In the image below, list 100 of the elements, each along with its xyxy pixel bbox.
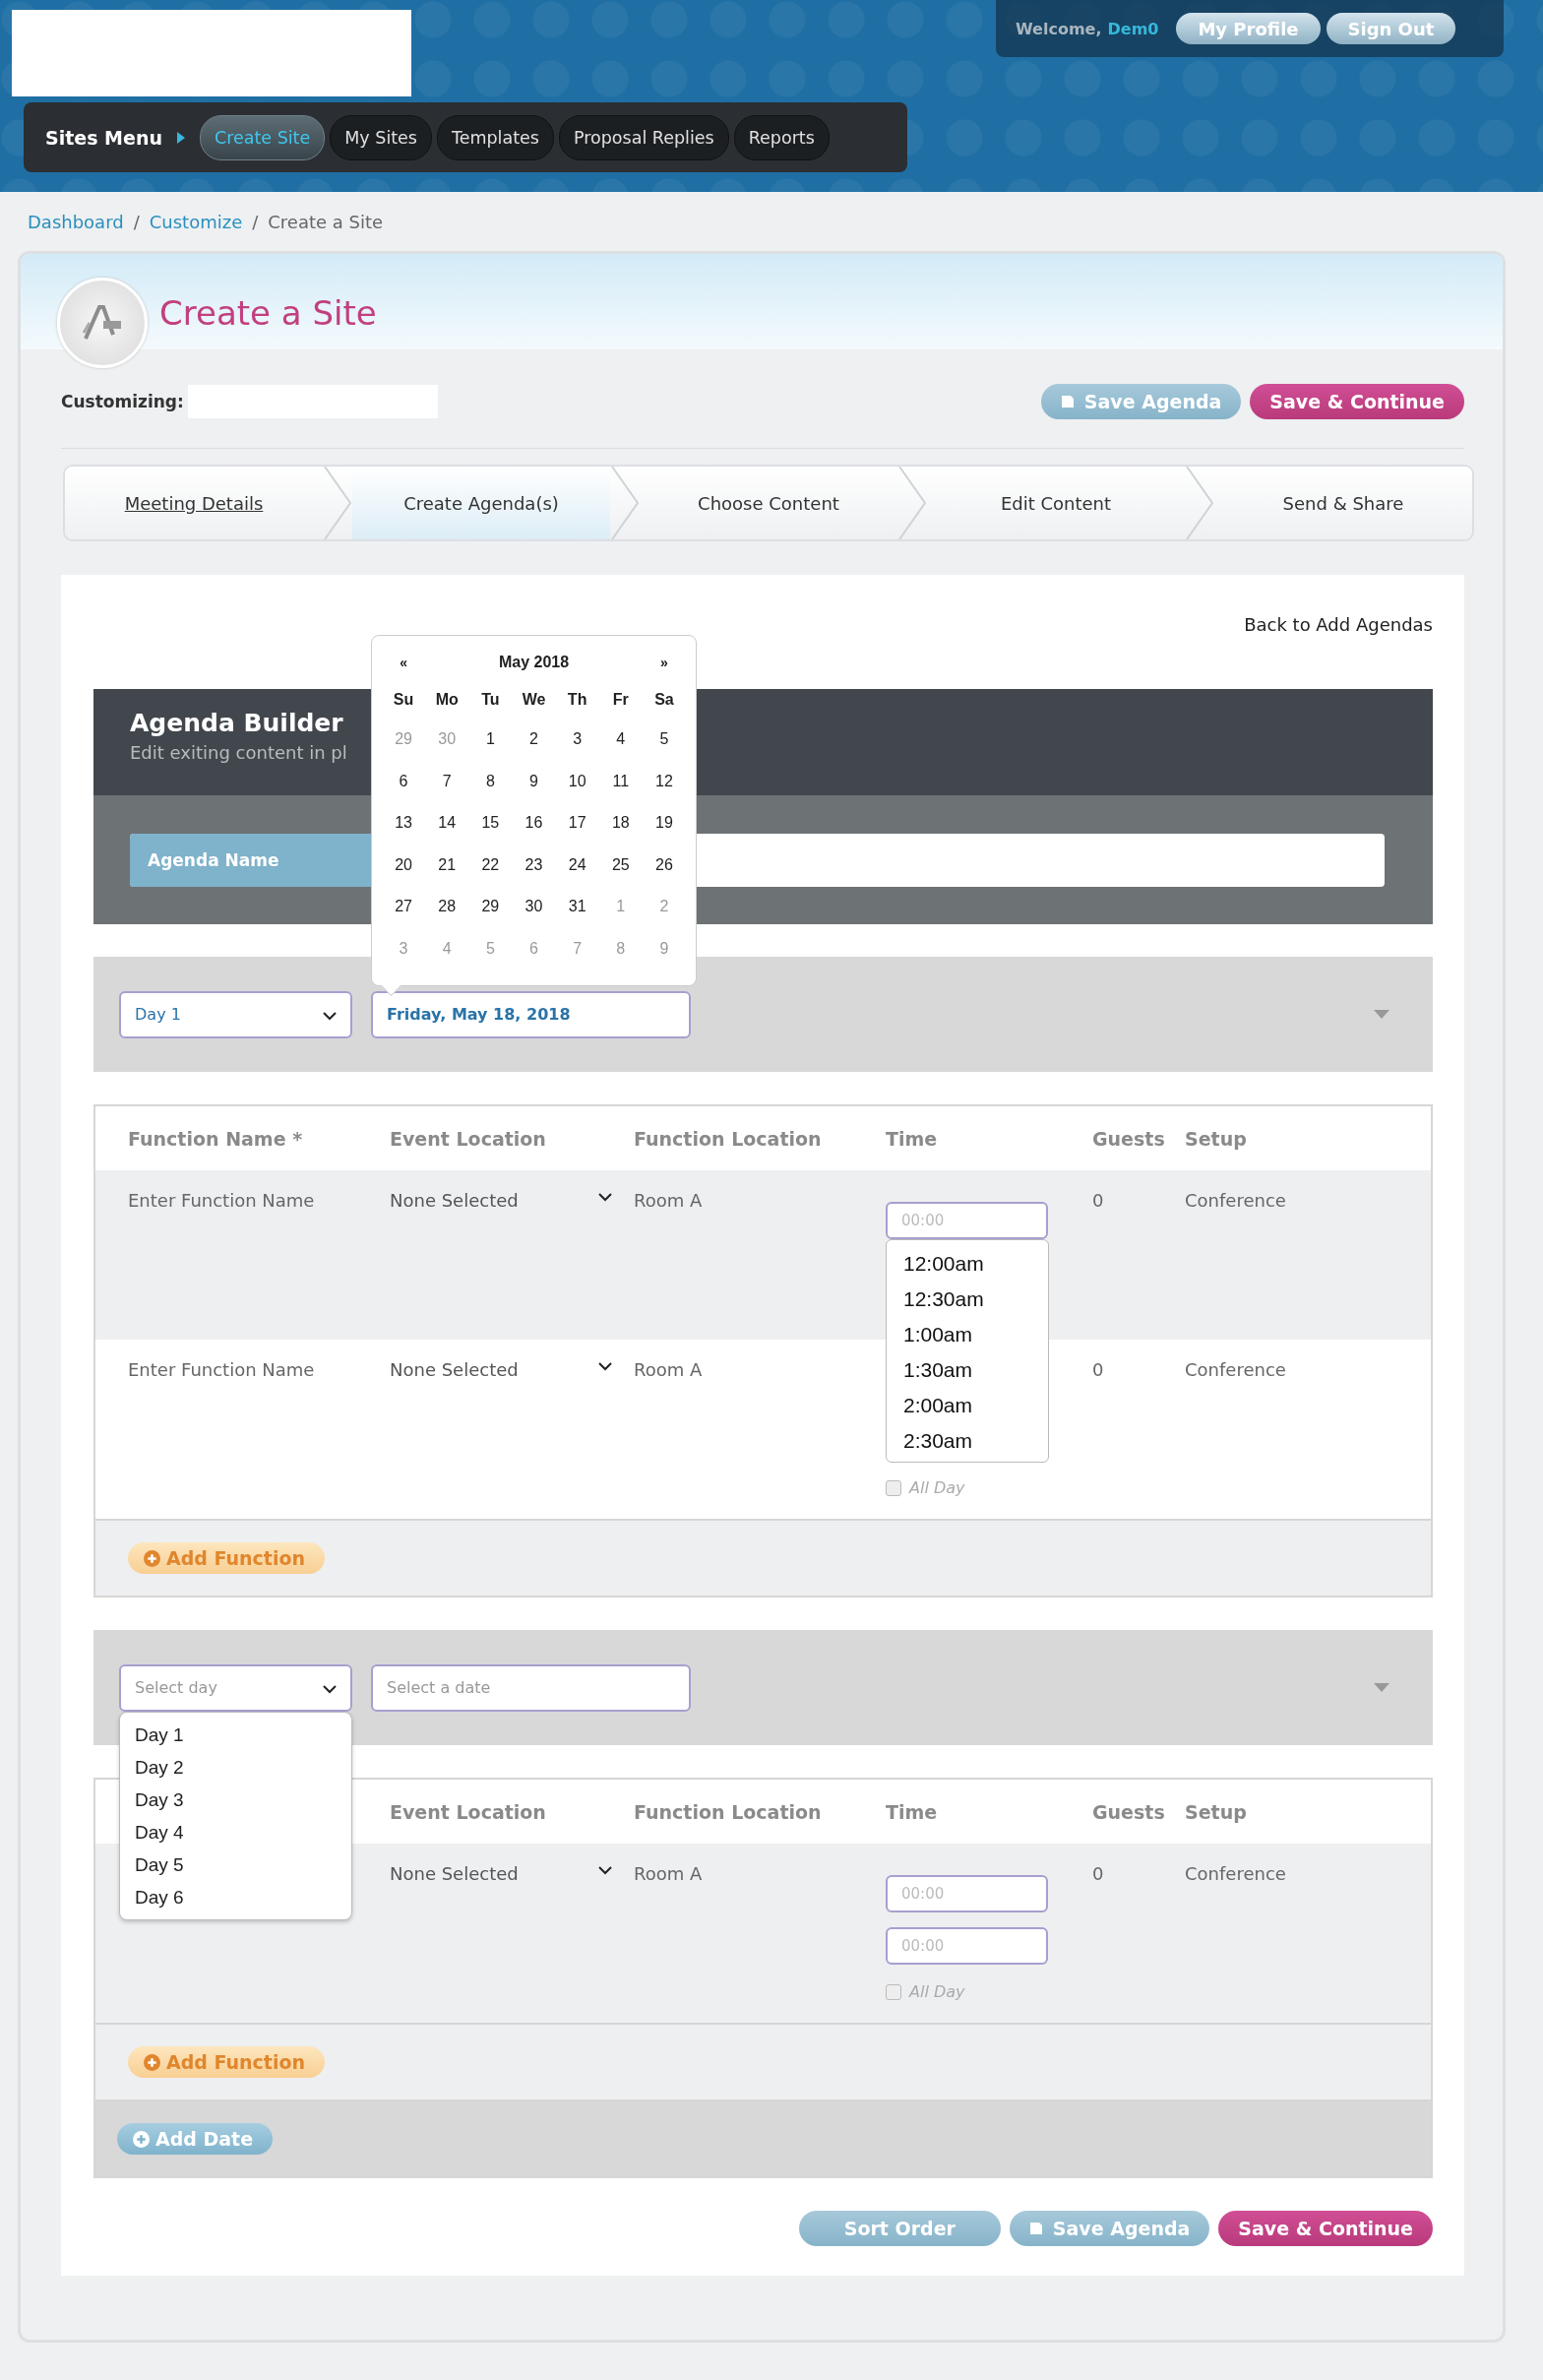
calendar-day[interactable]: 24 [568, 855, 586, 874]
nav-item[interactable]: Templates [437, 114, 554, 160]
event-location-select[interactable]: None Selected [390, 1170, 634, 1340]
time-option[interactable]: 12:30am [903, 1282, 1031, 1317]
table-cell-text: Room A [634, 1862, 704, 1886]
calendar-day[interactable]: 25 [611, 855, 630, 874]
prev-month-button[interactable]: « [400, 655, 407, 670]
column-header: Event Location [390, 1127, 547, 1150]
calendar-day[interactable]: 6 [399, 772, 408, 790]
save-icon [1028, 2222, 1043, 2235]
plus-circle-icon [144, 1549, 160, 1567]
column-header: Time [886, 1800, 939, 1823]
column-header: Setup [1185, 1800, 1248, 1823]
calendar-day[interactable]: 29 [481, 898, 500, 916]
calendar-day[interactable]: 7 [442, 772, 452, 790]
function-name-field[interactable]: Enter Function Name [128, 1170, 390, 1340]
table-cell-text: Room A [634, 1189, 704, 1213]
table-cell-text: 0 [1092, 1189, 1105, 1213]
save-continue-button[interactable]: Save & Continue [1250, 384, 1464, 419]
time-field[interactable]: 00:00 [886, 1927, 1048, 1965]
event-location-select[interactable]: None Selected [390, 1844, 634, 2023]
plus-circle-icon [133, 2130, 150, 2148]
calendar-day[interactable]: 9 [529, 772, 538, 790]
calendar-day[interactable]: 10 [568, 772, 586, 790]
chevron-down-icon [323, 1684, 337, 1694]
table-cell-text: Conference [1185, 1862, 1287, 1886]
weekday-label: Th [567, 691, 587, 709]
calendar-day[interactable]: 20 [395, 855, 412, 874]
calendar-day[interactable]: 18 [611, 814, 630, 833]
builder-subtitle: Edit exiting content in pl [130, 742, 347, 763]
day-option[interactable]: Day 3 [120, 1783, 351, 1816]
all-day-checkbox[interactable] [886, 1983, 901, 2000]
date-field[interactable]: Friday, May 18, 2018 [371, 990, 691, 1038]
calendar-day[interactable]: 13 [395, 814, 412, 833]
save-continue-button[interactable]: Save & Continue [1218, 2211, 1433, 2246]
day-option[interactable]: Day 6 [120, 1880, 351, 1913]
calendar-day[interactable]: 11 [612, 772, 630, 790]
caret-icon[interactable] [1374, 1683, 1389, 1692]
back-link[interactable]: Back to Add Agendas [1244, 614, 1433, 640]
all-day-checkbox[interactable] [886, 1479, 901, 1496]
month-title: May 2018 [498, 654, 570, 671]
breadcrumb-current: Create a Site [268, 211, 384, 232]
calendar-day[interactable]: 5 [659, 730, 669, 749]
calendar-day[interactable]: 26 [655, 855, 673, 874]
plus-circle-icon [144, 2053, 160, 2071]
calendar-day[interactable]: 2 [529, 730, 538, 749]
day-option[interactable]: Day 2 [120, 1750, 351, 1784]
column-header: Time [886, 1127, 939, 1150]
calendar-day[interactable]: 21 [438, 855, 457, 874]
table-cell-text: Conference [1185, 1189, 1287, 1213]
nav-item[interactable]: Reports [733, 114, 830, 160]
column-header: Setup [1185, 1127, 1248, 1150]
calendar-day[interactable]: 17 [568, 814, 586, 833]
calendar-day[interactable]: 15 [481, 814, 500, 833]
next-month-button[interactable]: » [660, 655, 668, 670]
column-header: Event Location [390, 1800, 547, 1823]
time-option[interactable]: 2:30am [903, 1423, 1031, 1459]
calendar-day[interactable]: 3 [573, 730, 583, 749]
date-field[interactable]: Select a date [371, 1663, 691, 1712]
breadcrumb-separator: / [133, 211, 140, 232]
calendar-day[interactable]: 31 [568, 898, 586, 916]
day-option[interactable]: Day 4 [120, 1815, 351, 1848]
day-select[interactable]: Day 1 [119, 990, 352, 1038]
day-option[interactable]: Day 1 [120, 1718, 351, 1751]
time-option[interactable]: 12:00am [903, 1246, 1031, 1282]
calendar-day[interactable]: 16 [525, 814, 543, 833]
calendar-day[interactable]: 23 [525, 855, 543, 874]
time-option[interactable]: 2:00am [903, 1388, 1031, 1423]
chevron-down-icon [598, 1362, 612, 1371]
calendar-day[interactable]: 22 [481, 855, 500, 874]
calendar-day[interactable]: 12 [655, 772, 673, 790]
nav-item[interactable]: Create Site [199, 114, 326, 160]
calendar-day[interactable]: 27 [395, 898, 412, 916]
table-cell-text: Conference [1185, 1358, 1287, 1382]
time-field[interactable]: 00:00 [886, 1202, 1048, 1239]
column-header: Guests [1092, 1127, 1166, 1150]
calendar-day[interactable]: 14 [438, 814, 457, 833]
triangle-icon [176, 131, 185, 144]
weekday-label: Tu [481, 691, 500, 709]
event-location-select[interactable]: None Selected [390, 1340, 634, 1519]
nav-item[interactable]: Proposal Replies [558, 114, 729, 160]
function-name-field[interactable]: Enter Function Name [128, 1340, 390, 1519]
calendar-day[interactable]: 8 [485, 772, 495, 790]
time-option[interactable]: 1:00am [903, 1317, 1031, 1352]
chevron-down-icon [598, 1866, 612, 1875]
caret-icon[interactable] [1374, 1010, 1389, 1019]
chevron-down-icon [323, 1011, 337, 1021]
time-option[interactable]: 1:30am [903, 1352, 1031, 1388]
table-cell-text: Room A [634, 1358, 704, 1382]
all-day-label: All Day [909, 1982, 965, 2001]
nav-item[interactable]: My Sites [330, 114, 432, 160]
calendar-day[interactable]: 19 [655, 814, 673, 833]
calendar-day[interactable]: 30 [525, 898, 543, 916]
time-field[interactable]: 00:00 [886, 1875, 1048, 1912]
calendar-day[interactable]: 28 [438, 898, 457, 916]
calendar-day[interactable]: 4 [616, 730, 626, 749]
day-option[interactable]: Day 5 [120, 1848, 351, 1881]
weekday-label: Mo [435, 691, 459, 709]
table-cell-text: 0 [1092, 1358, 1105, 1382]
calendar-day[interactable]: 1 [485, 730, 495, 749]
